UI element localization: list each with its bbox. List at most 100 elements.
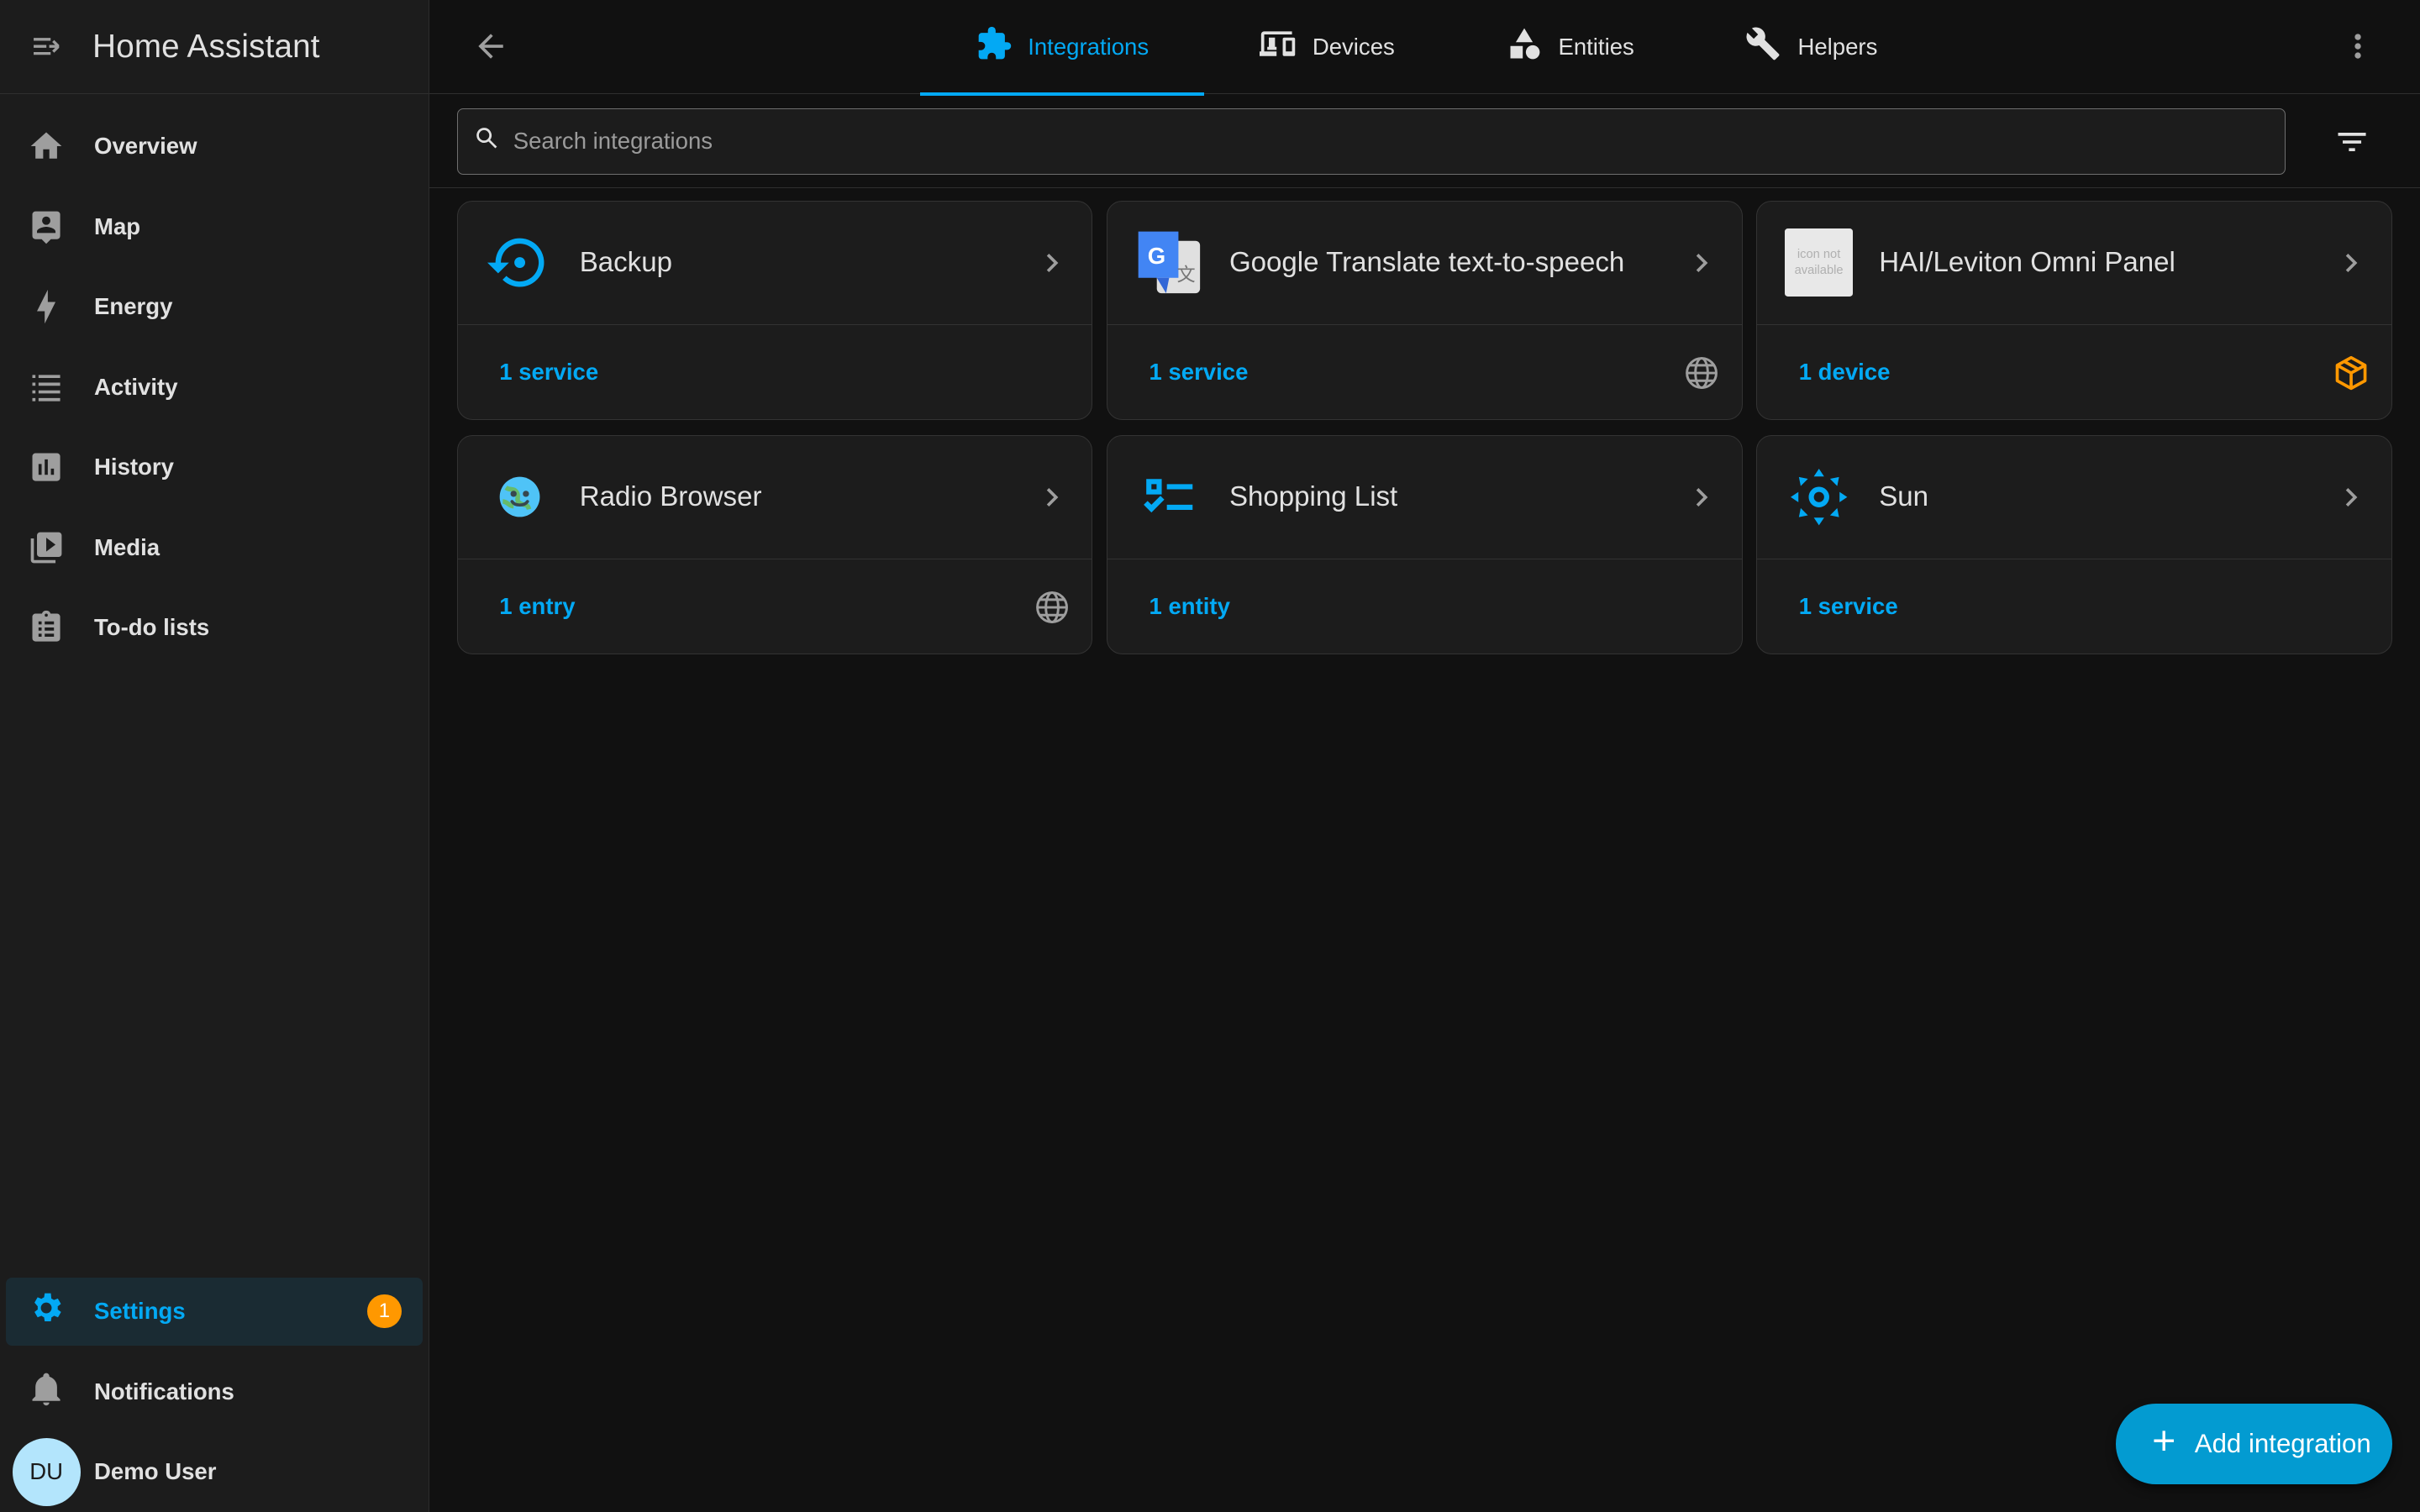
sidebar-item-label: Overview: [94, 133, 197, 160]
card-link[interactable]: 1 device: [1799, 359, 1891, 386]
integrations-grid: Backup 1 service G 文 Google Translate te…: [456, 200, 2394, 654]
chevron-right-icon: [2333, 244, 2370, 281]
card-title: HAI/Leviton Omni Panel: [1879, 246, 2175, 278]
card-link[interactable]: 1 entry: [499, 593, 575, 620]
tools-icon: [1745, 25, 1782, 69]
sidebar-item-label: Energy: [94, 293, 173, 320]
svg-text:G: G: [1148, 244, 1165, 270]
chevron-right-icon: [2333, 479, 2370, 516]
app-root: Home Assistant Overview Map Energy Activ…: [0, 0, 2420, 1512]
sidebar-item-label: Settings: [94, 1298, 186, 1325]
sidebar-item-map[interactable]: Map: [0, 186, 429, 267]
sidebar-item-energy[interactable]: Energy: [0, 267, 429, 348]
card-footer: 1 device: [1757, 325, 2391, 419]
card-footer: 1 entity: [1107, 559, 1742, 654]
svg-text:文: 文: [1177, 265, 1196, 286]
card-title: Google Translate text-to-speech: [1228, 246, 1625, 278]
top-bar: Integrations Devices Entities Helpers: [429, 0, 2420, 96]
card-header[interactable]: Radio Browser: [457, 436, 1092, 559]
media-icon: [28, 529, 65, 566]
sidebar-item-activity[interactable]: Activity: [0, 347, 429, 428]
back-arrow-icon[interactable]: [472, 28, 509, 65]
sidebar-header: Home Assistant: [0, 0, 429, 95]
chevron-right-icon: [1034, 479, 1071, 516]
sidebar-item-history[interactable]: History: [0, 428, 429, 508]
tab-label: Helpers: [1797, 34, 1878, 60]
avatar: DU: [12, 1437, 81, 1506]
sidebar-nav: Overview Map Energy Activity History Med…: [0, 94, 429, 668]
card-link[interactable]: 1 service: [499, 359, 598, 386]
backup-icon: [486, 228, 554, 297]
tab-label: Integrations: [1028, 34, 1150, 60]
tab-integrations[interactable]: Integrations: [919, 0, 1205, 96]
gear-icon: [28, 1289, 65, 1333]
card-title: Shopping List: [1228, 480, 1398, 512]
more-options-icon[interactable]: [2339, 28, 2376, 65]
sidebar: Home Assistant Overview Map Energy Activ…: [0, 0, 429, 1512]
card-header[interactable]: G 文 Google Translate text-to-speech: [1107, 202, 1742, 325]
chevron-right-icon: [1683, 479, 1720, 516]
integration-card-omni-panel: icon not available HAI/Leviton Omni Pane…: [1756, 200, 2392, 420]
integration-card-shopping-list: Shopping List 1 entity: [1106, 434, 1743, 654]
map-icon: [28, 208, 65, 245]
sidebar-item-media[interactable]: Media: [0, 507, 429, 588]
card-link[interactable]: 1 service: [1799, 593, 1898, 620]
plus-icon: [2147, 1424, 2181, 1464]
sidebar-item-label: To-do lists: [94, 614, 210, 641]
card-header[interactable]: Backup: [457, 202, 1092, 325]
sidebar-item-settings[interactable]: Settings 1: [6, 1277, 424, 1346]
settings-badge: 1: [367, 1294, 402, 1329]
sun-icon: [1785, 463, 1853, 531]
sidebar-item-label: History: [94, 454, 174, 480]
cloud-globe-icon: [1034, 589, 1071, 626]
radio-browser-icon: [486, 463, 554, 531]
clipboard-icon: [28, 609, 65, 646]
card-link[interactable]: 1 service: [1149, 359, 1248, 386]
menu-collapse-icon[interactable]: [28, 28, 65, 65]
chart-icon: [28, 449, 65, 486]
integration-card-backup: Backup 1 service: [456, 200, 1093, 420]
sidebar-item-label: Activity: [94, 373, 178, 400]
add-integration-label: Add integration: [2194, 1429, 2371, 1459]
search-box: [456, 108, 2286, 175]
sidebar-item-todo-lists[interactable]: To-do lists: [0, 588, 429, 669]
filter-icon[interactable]: [2333, 123, 2370, 160]
card-header[interactable]: Shopping List: [1107, 436, 1742, 559]
sidebar-item-notifications[interactable]: Notifications: [0, 1352, 429, 1432]
card-title: Sun: [1879, 480, 1929, 512]
placeholder-text: icon not available: [1785, 228, 1853, 297]
icon-not-available-placeholder: icon not available: [1785, 228, 1853, 297]
card-footer: 1 service: [1757, 559, 2391, 654]
card-footer: 1 service: [1107, 325, 1742, 419]
google-translate-icon: G 文: [1135, 228, 1203, 297]
shopping-list-icon: [1135, 463, 1203, 531]
card-title: Backup: [579, 246, 672, 278]
tab-label: Entities: [1558, 34, 1634, 60]
tab-entities[interactable]: Entities: [1450, 0, 1690, 94]
devices-icon: [1260, 25, 1297, 69]
sidebar-item-label: Notifications: [94, 1378, 234, 1404]
sidebar-item-user[interactable]: DU Demo User: [0, 1431, 429, 1512]
tab-helpers[interactable]: Helpers: [1690, 0, 1933, 94]
card-header[interactable]: icon not available HAI/Leviton Omni Pane…: [1757, 202, 2391, 325]
cloud-globe-icon: [1683, 354, 1720, 391]
integration-card-sun: Sun 1 service: [1756, 434, 2392, 654]
search-input[interactable]: [513, 128, 2212, 155]
user-name: Demo User: [94, 1458, 217, 1485]
card-footer: 1 entry: [458, 559, 1092, 654]
tab-devices[interactable]: Devices: [1204, 0, 1450, 94]
chevron-right-icon: [1683, 244, 1720, 281]
card-link[interactable]: 1 entity: [1149, 593, 1229, 620]
search-row: [429, 94, 2420, 189]
bell-icon: [28, 1370, 65, 1414]
integration-card-google-translate: G 文 Google Translate text-to-speech 1 se…: [1106, 200, 1743, 420]
sidebar-item-label: Media: [94, 533, 160, 560]
card-footer: 1 service: [458, 325, 1092, 419]
list-icon: [28, 369, 65, 406]
add-integration-button[interactable]: Add integration: [2116, 1404, 2392, 1484]
sidebar-item-overview[interactable]: Overview: [0, 107, 429, 187]
puzzle-icon: [976, 25, 1013, 69]
card-header[interactable]: Sun: [1757, 436, 2391, 559]
lightning-icon: [28, 288, 65, 325]
integration-card-radio-browser: Radio Browser 1 entry: [456, 434, 1093, 654]
